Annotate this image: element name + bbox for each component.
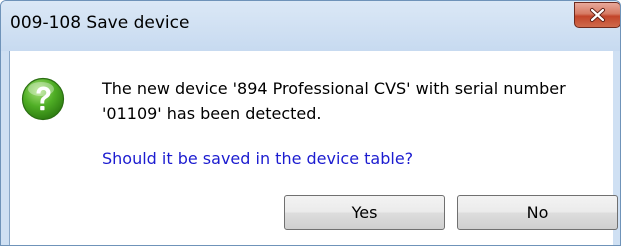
title-bar[interactable]: 009-108 Save device [1,1,620,51]
no-button[interactable]: No [457,195,618,230]
close-icon [590,8,605,22]
question-icon [21,77,65,121]
message-line-1: The new device '894 Professional CVS' wi… [102,79,566,98]
close-button[interactable] [574,2,620,28]
window-title: 009-108 Save device [10,13,190,33]
message-line-2: '01109' has been detected. [102,104,322,123]
question-text: Should it be saved in the device table? [102,149,414,168]
message-text: The new device '894 Professional CVS' wi… [102,76,572,126]
yes-button[interactable]: Yes [284,195,445,230]
